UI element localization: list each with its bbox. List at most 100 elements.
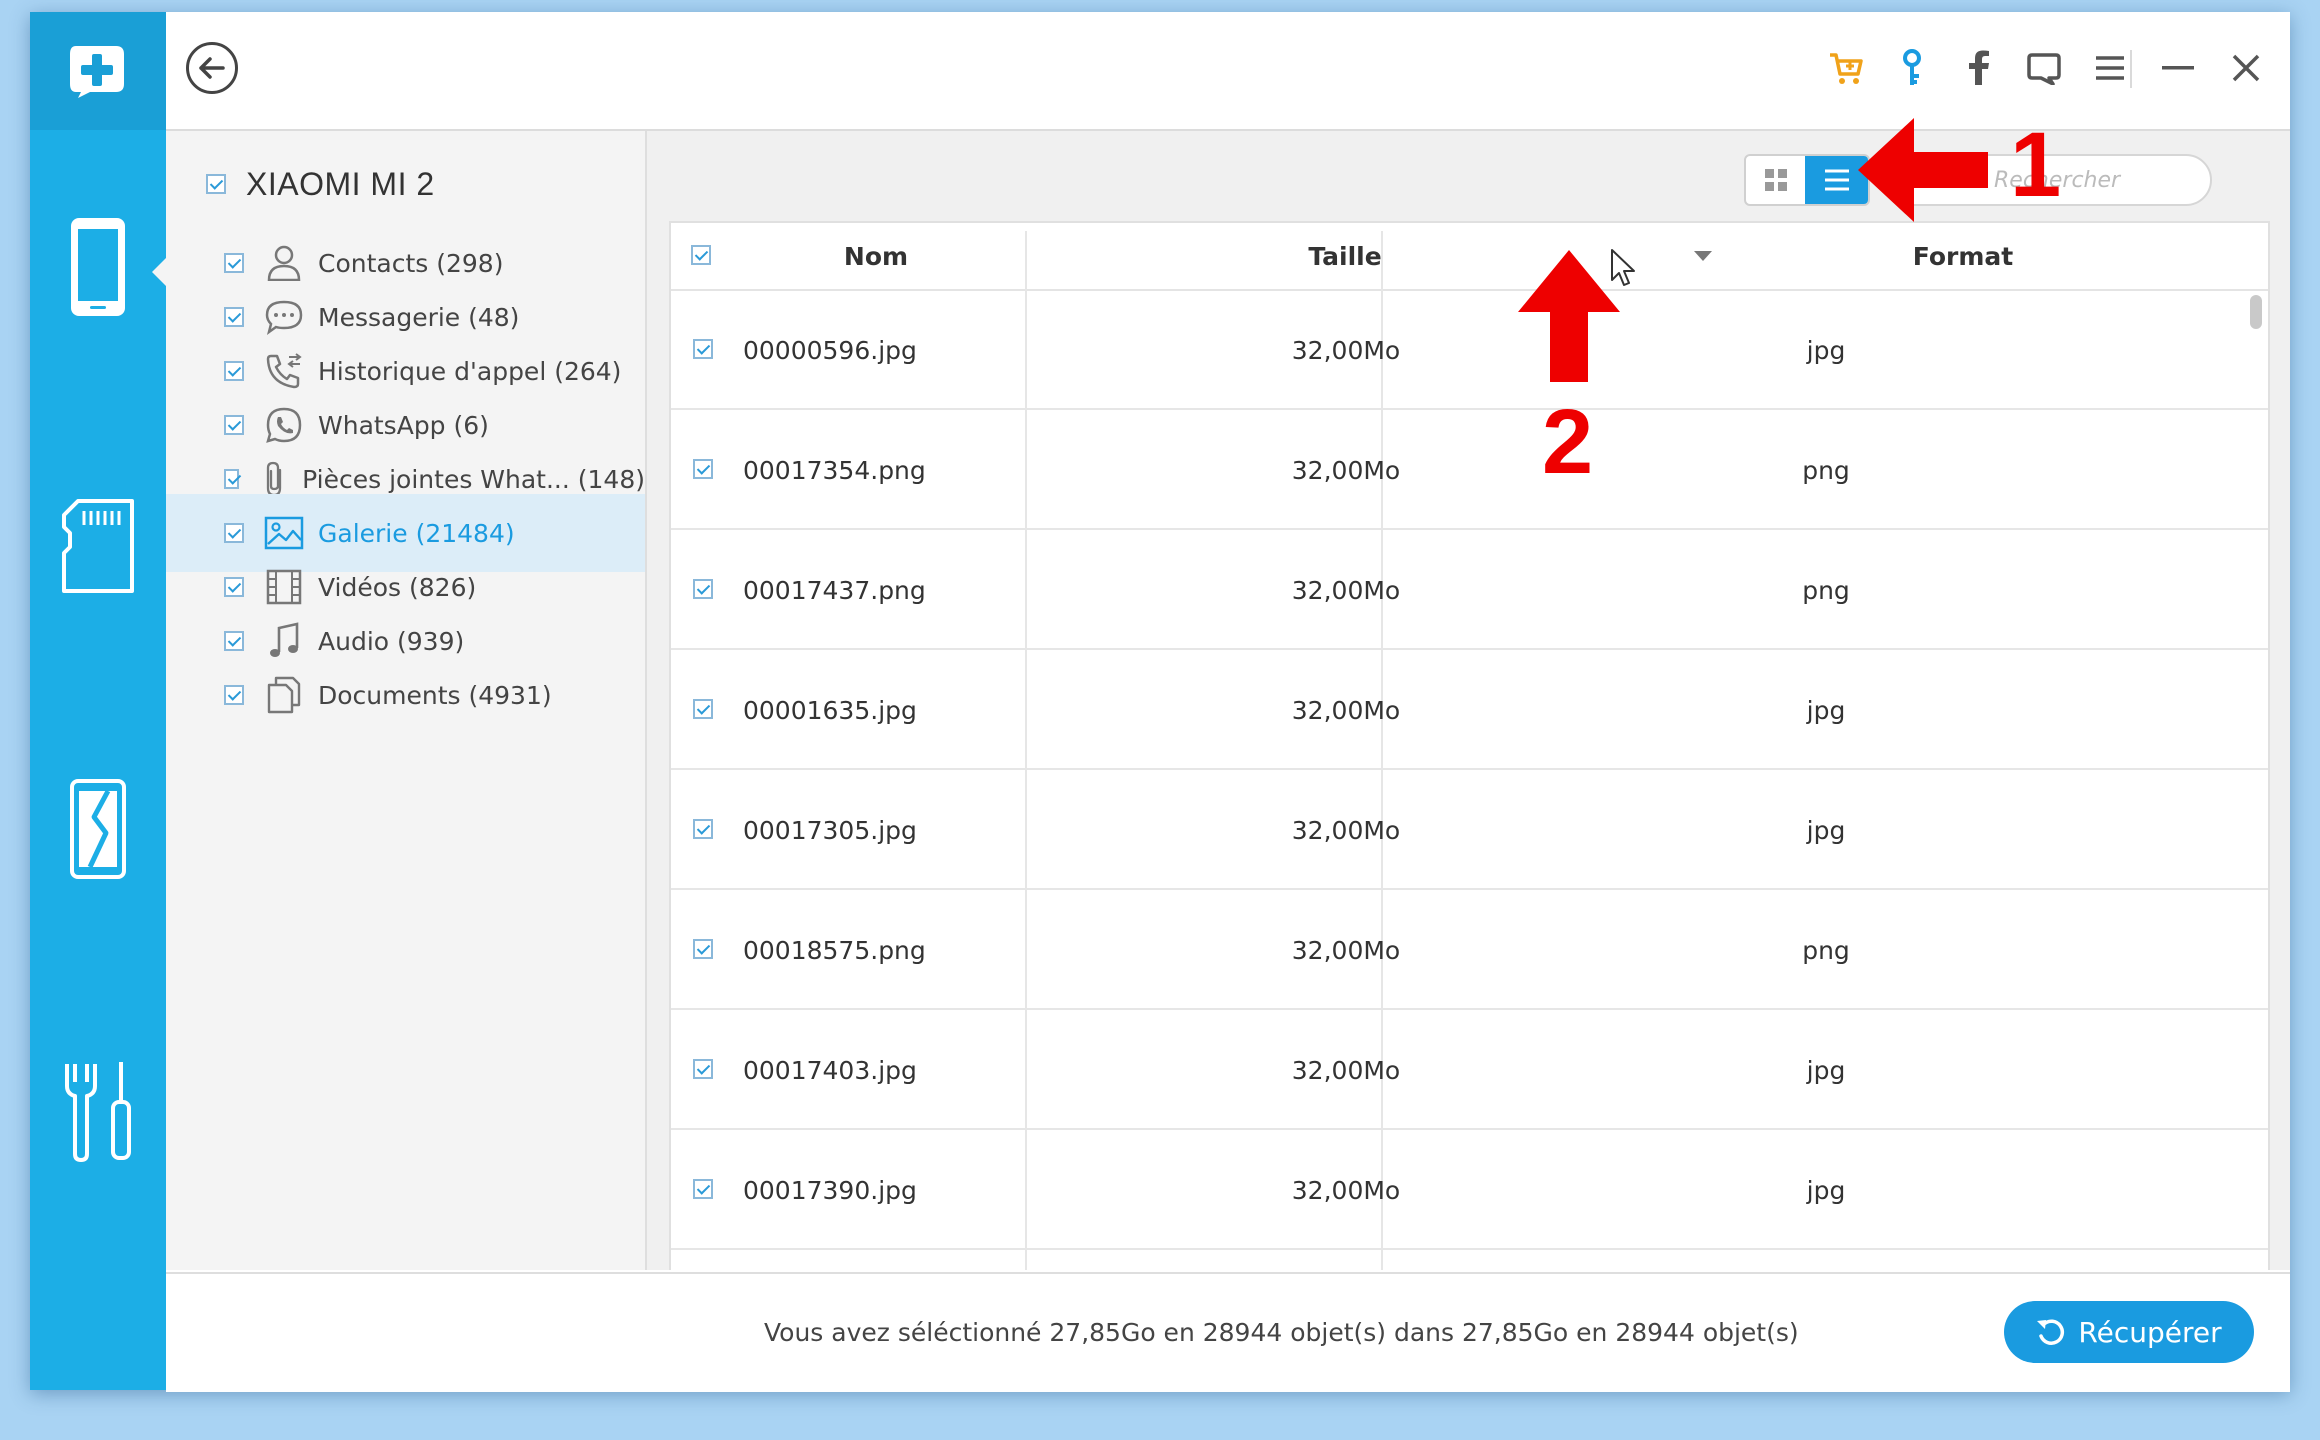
cell-format: jpg — [1806, 816, 1846, 845]
table-row[interactable]: 00017403.jpg 32,00Mo jpg — [671, 1011, 2268, 1130]
menu-button[interactable] — [2088, 46, 2132, 90]
sort-caret-icon[interactable] — [1694, 251, 1712, 261]
sidebar-item-label: Pièces jointes What... (148) — [302, 464, 645, 494]
table-row[interactable]: 00017390.jpg 32,00Mo jpg — [671, 1131, 2268, 1250]
sidebar-item-checkbox[interactable] — [224, 253, 244, 273]
sidebar-item-documents[interactable]: Documents (4931) — [166, 656, 645, 734]
list-icon — [1824, 169, 1849, 191]
call-history-icon — [264, 351, 304, 391]
row-checkbox[interactable] — [693, 819, 713, 839]
cell-name: 00001635.jpg — [743, 696, 917, 725]
audio-icon — [264, 621, 304, 661]
sidebar-item-checkbox[interactable] — [224, 361, 244, 381]
row-checkbox[interactable] — [693, 699, 713, 719]
feedback-button[interactable] — [2022, 46, 2066, 90]
cell-name: 00017390.jpg — [743, 1176, 917, 1205]
cart-button[interactable] — [1824, 46, 1868, 90]
cell-name: 00017354.png — [743, 456, 926, 485]
row-checkbox[interactable] — [693, 1179, 713, 1199]
annotation-label-2: 2 — [1542, 391, 1594, 493]
sidebar-item-checkbox[interactable] — [224, 415, 244, 435]
device-name: XIAOMI MI 2 — [246, 165, 435, 202]
device-row[interactable]: XIAOMI MI 2 — [206, 159, 435, 209]
sd-card-icon — [62, 499, 134, 593]
sidebar-item-label: WhatsApp (6) — [318, 410, 489, 440]
selection-status: Vous avez séléctionné 27,85Go en 28944 o… — [764, 1317, 1799, 1347]
table-row[interactable]: 00018575.png 32,00Mo png — [671, 891, 2268, 1010]
row-checkbox[interactable] — [693, 459, 713, 479]
left-rail — [30, 12, 166, 1390]
key-button[interactable] — [1890, 46, 1934, 90]
vertical-scrollbar[interactable] — [2250, 295, 2262, 329]
column-header-format[interactable]: Format — [1743, 223, 2183, 289]
annotation-arrow-left-icon — [1858, 118, 1988, 222]
attachment-icon — [259, 459, 288, 499]
sidebar-item-checkbox[interactable] — [224, 685, 244, 705]
sidebar-item-label: Documents (4931) — [318, 680, 552, 710]
row-checkbox[interactable] — [693, 339, 713, 359]
table-row-partial — [671, 1251, 2268, 1270]
contact-icon — [264, 243, 304, 283]
cell-format: jpg — [1806, 1056, 1846, 1085]
sidebar-item-checkbox[interactable] — [224, 631, 244, 651]
row-checkbox[interactable] — [693, 579, 713, 599]
cell-name: 00017437.png — [743, 576, 926, 605]
cell-name: 00000596.jpg — [743, 336, 917, 365]
plus-logo-icon — [70, 46, 124, 98]
table-row[interactable]: 00000596.jpg 32,00Mo jpg — [671, 291, 2268, 410]
table-row[interactable]: 00017354.png 32,00Mo png — [671, 411, 2268, 530]
sidebar-item-label: Audio (939) — [318, 626, 465, 656]
minimize-icon — [2162, 66, 2194, 70]
rail-phone-button[interactable] — [48, 202, 148, 332]
rail-sdcard-button[interactable] — [48, 482, 148, 612]
recover-label: Récupérer — [2078, 1315, 2222, 1349]
cart-icon — [1830, 53, 1863, 84]
close-icon — [2232, 54, 2260, 82]
cell-format: png — [1802, 456, 1850, 485]
device-checkbox[interactable] — [206, 174, 226, 194]
column-header-name[interactable]: Nom — [731, 223, 1021, 289]
close-button[interactable] — [2224, 46, 2268, 90]
sidebar-item-label: Vidéos (826) — [318, 572, 477, 602]
facebook-button[interactable] — [1956, 46, 2000, 90]
row-checkbox[interactable] — [693, 1059, 713, 1079]
annotation-arrow-up-icon — [1518, 250, 1620, 382]
minimize-button[interactable] — [2156, 46, 2200, 90]
rail-tools-button[interactable] — [48, 1045, 148, 1175]
cell-format: png — [1802, 936, 1850, 965]
logo-cell — [30, 12, 166, 130]
grid-icon — [1764, 169, 1787, 191]
table-row[interactable]: 00001635.jpg 32,00Mo jpg — [671, 651, 2268, 770]
sidebar-item-checkbox[interactable] — [224, 523, 244, 543]
sidebar-item-checkbox[interactable] — [224, 577, 244, 597]
rail-active-pointer — [152, 258, 166, 286]
sidebar-item-label: Historique d'appel (264) — [318, 356, 622, 386]
sidebar-item-label: Galerie (21484) — [318, 518, 515, 548]
cell-format: jpg — [1806, 1176, 1846, 1205]
annotation-label-1: 1 — [2010, 114, 2062, 216]
select-all-checkbox[interactable] — [691, 245, 711, 265]
undo-icon — [2037, 1319, 2065, 1345]
grid-view-button[interactable] — [1746, 156, 1805, 204]
sidebar-item-checkbox[interactable] — [224, 469, 240, 489]
back-button[interactable] — [186, 42, 238, 94]
tools-icon — [65, 1062, 131, 1162]
menu-icon — [2096, 56, 2124, 80]
table-header: Nom Taille Format — [671, 223, 2268, 291]
footer-bar: Vous avez séléctionné 27,85Go en 28944 o… — [166, 1272, 2290, 1392]
table-row[interactable]: 00017305.jpg 32,00Mo jpg — [671, 771, 2268, 890]
gallery-icon — [264, 513, 304, 553]
whatsapp-icon — [264, 405, 304, 445]
recover-button[interactable]: Récupérer — [2004, 1301, 2254, 1363]
cell-name: 00018575.png — [743, 936, 926, 965]
rail-broken-phone-button[interactable] — [48, 764, 148, 894]
cell-format: jpg — [1806, 696, 1846, 725]
row-checkbox[interactable] — [693, 939, 713, 959]
video-icon — [264, 567, 304, 607]
sidebar-item-checkbox[interactable] — [224, 307, 244, 327]
title-bar — [166, 12, 2290, 131]
table-row[interactable]: 00017437.png 32,00Mo png — [671, 531, 2268, 650]
mouse-cursor-icon — [1611, 249, 1635, 286]
column-header-size[interactable]: Taille — [1205, 223, 1485, 289]
sidebar-item-label: Messagerie (48) — [318, 302, 520, 332]
